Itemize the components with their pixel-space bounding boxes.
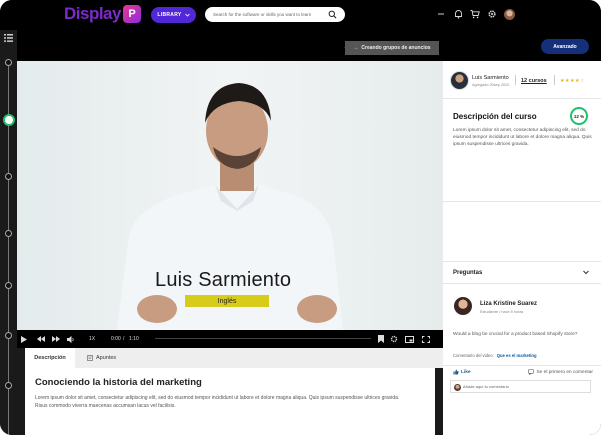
- timeline-step-current[interactable]: [3, 114, 15, 126]
- question-text: Would a blog be crucial for a product ba…: [453, 332, 578, 337]
- question-context: Comentario del video: Que es el marketin…: [453, 353, 537, 358]
- rewind-icon[interactable]: [37, 334, 45, 344]
- user-avatar[interactable]: [504, 8, 515, 20]
- current-user-avatar: [454, 384, 461, 391]
- fast-forward-icon[interactable]: [52, 334, 60, 344]
- search-icon[interactable]: [328, 10, 337, 19]
- app-frame: Display P LIBRARY ←: [0, 0, 601, 435]
- question-author-name[interactable]: Liza Kristine Suarez: [480, 301, 537, 307]
- course-sidebar: Luis Sarmiento Agregado 20sep 2020 12 cu…: [443, 61, 601, 435]
- comment-input[interactable]: Añade aquí tu comentario: [450, 380, 591, 393]
- tab-label: Apuntes: [96, 355, 117, 361]
- lesson-title-label: Creando grupos de anuncios: [361, 45, 431, 51]
- tab-apuntes[interactable]: Apuntes: [81, 348, 133, 368]
- like-label: Like: [461, 369, 471, 375]
- lesson-tabs: Descripción Apuntes: [25, 348, 443, 368]
- logo-mark: P: [122, 5, 141, 23]
- video-progress-bar[interactable]: [155, 338, 371, 339]
- presenter-name-caption: Luis Sarmiento: [155, 269, 292, 291]
- lesson-title: Conociendo la historia del marketing: [35, 377, 202, 388]
- questions-title[interactable]: Preguntas: [453, 270, 482, 276]
- divider: [554, 75, 555, 85]
- lesson-header: ←: [17, 30, 601, 61]
- divider: [515, 75, 516, 85]
- bookmark-icon[interactable]: [378, 334, 384, 344]
- instructor-avatar[interactable]: [450, 71, 469, 90]
- context-link[interactable]: Que es el marketing: [497, 353, 537, 358]
- lesson-description-card: Conociendo la historia del marketing Lor…: [25, 368, 435, 435]
- library-button[interactable]: LIBRARY: [151, 7, 196, 23]
- timeline-step[interactable]: [5, 173, 12, 180]
- question-author-avatar[interactable]: [454, 297, 472, 315]
- library-label: LIBRARY: [157, 12, 182, 18]
- instructor-name[interactable]: Luis Sarmiento: [472, 75, 509, 81]
- fullscreen-icon[interactable]: [422, 334, 430, 344]
- language-tag: Inglés: [185, 295, 269, 307]
- top-navbar: Display P LIBRARY: [0, 0, 601, 30]
- divider: [443, 283, 601, 284]
- volume-icon[interactable]: [67, 334, 75, 344]
- timeline-step[interactable]: [5, 382, 12, 389]
- lesson-title-button[interactable]: → Creando grupos de anuncios: [345, 41, 439, 55]
- speed-label[interactable]: 1X: [89, 334, 95, 344]
- time-total: 1:10: [129, 336, 139, 342]
- divider: [443, 98, 601, 99]
- play-icon[interactable]: [21, 334, 27, 344]
- question-actions: Like Se el primero en comentar: [453, 369, 593, 377]
- comment-action-label: Se el primero en comentar: [536, 369, 593, 375]
- tab-descripcion[interactable]: Descripción: [25, 348, 75, 368]
- gear-icon[interactable]: [487, 8, 497, 20]
- chevron-down-icon: [184, 13, 190, 17]
- video-controls: 1X 0:00 / 1:10: [17, 330, 443, 348]
- course-timeline-rail: [0, 30, 17, 435]
- tab-label: Descripción: [34, 355, 66, 361]
- timeline-step[interactable]: [5, 332, 12, 339]
- course-progress-ring: 12 %: [570, 107, 588, 125]
- question-time: Estudiante • hace 8 horas: [480, 310, 524, 314]
- course-description-text: Lorem ipsum dolor sit amet, consectetur …: [453, 128, 592, 147]
- search-box: [205, 7, 345, 22]
- lesson-info-panel: Descripción Apuntes Conociendo la histor…: [17, 348, 443, 435]
- list-menu-icon[interactable]: [4, 34, 13, 42]
- context-label: Comentario del video:: [453, 353, 494, 358]
- comment-action[interactable]: Se el primero en comentar: [528, 369, 593, 375]
- course-description-title: Descripción del curso: [453, 112, 537, 121]
- time-separator: /: [123, 336, 125, 342]
- thumbs-up-icon: [453, 369, 459, 375]
- comment-placeholder: Añade aquí tu comentario: [463, 384, 509, 389]
- search-input[interactable]: [213, 7, 323, 22]
- courses-link[interactable]: 12 cursos: [521, 78, 547, 84]
- video-player[interactable]: Luis Sarmiento Inglés: [17, 61, 443, 330]
- logo-text: Display: [64, 4, 121, 23]
- bell-icon[interactable]: [453, 8, 463, 20]
- divider: [443, 261, 601, 262]
- settings-icon[interactable]: [390, 334, 398, 344]
- arrow-right-icon: →: [353, 45, 359, 51]
- minus-icon[interactable]: [436, 8, 446, 20]
- lesson-body: Lorem ipsum dolor sit amet, consectetur …: [35, 395, 400, 409]
- like-button[interactable]: Like: [453, 369, 471, 375]
- cart-icon[interactable]: [470, 8, 480, 20]
- chevron-down-icon[interactable]: [582, 268, 590, 276]
- top-actions: [436, 8, 515, 20]
- timeline-step[interactable]: [5, 282, 12, 289]
- divider: [443, 365, 601, 366]
- divider: [443, 201, 601, 202]
- timeline-step[interactable]: [5, 230, 12, 237]
- timeline-step[interactable]: [5, 59, 12, 66]
- comment-icon: [528, 369, 535, 375]
- notes-icon: [87, 355, 93, 361]
- level-button[interactable]: Avanzado: [541, 39, 589, 54]
- time-current: 0:00: [111, 336, 121, 342]
- brand-logo[interactable]: Display P: [64, 3, 141, 25]
- instructor-date: Agregado 20sep 2020: [472, 83, 510, 87]
- rating-stars: ★★★★☆: [560, 78, 585, 84]
- picture-in-picture-icon[interactable]: [405, 334, 414, 344]
